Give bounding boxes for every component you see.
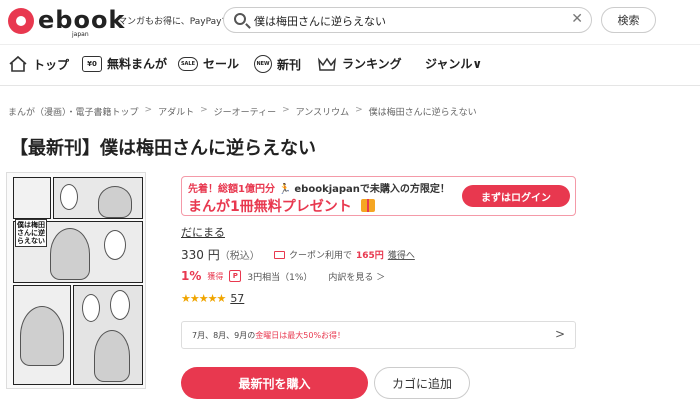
promo-headline: 先着！総額1億円分 🏃 ebookjapanで未購入の方限定！ — [188, 180, 450, 195]
friday-notice[interactable]: 7月、8月、9月の金曜日は最大50%お得！ > — [181, 321, 576, 349]
logo-mark-icon — [8, 8, 34, 34]
cover-panel — [53, 177, 143, 219]
speech-bubble — [60, 184, 78, 210]
nav-label-free-manga: 無料まんが — [107, 57, 168, 71]
promo-suffix: ebookjapanで未購入の方限定！ — [294, 184, 450, 195]
nav-item-free-manga[interactable]: ¥0 無料まんが — [82, 55, 167, 72]
ebookjapan-logo[interactable]: ebook japan — [6, 4, 124, 38]
character-figure — [20, 306, 64, 366]
promo-banner[interactable]: 先着！総額1億円分 🏃 ebookjapanで未購入の方限定！ まんが1冊無料プ… — [181, 176, 576, 216]
page-title: 【最新刊】僕は梅田さんに逆らえない — [10, 138, 316, 159]
star-icons: ★★★★★ — [181, 292, 226, 305]
notice-highlight: 金曜日は最大50%お得！ — [255, 331, 346, 340]
chevron-right-icon: > — [554, 327, 565, 341]
login-button[interactable]: まずはログイン — [462, 185, 570, 207]
breadcrumb-separator: > — [355, 105, 363, 115]
paypay-icon: P — [229, 270, 242, 282]
review-count-link[interactable]: 57 — [230, 292, 244, 305]
coupon-link[interactable]: 獲得へ — [388, 248, 415, 261]
character-figure — [50, 228, 90, 280]
character-figure — [98, 186, 132, 218]
nav-label-new: 新刊 — [277, 57, 302, 72]
coupon-icon — [274, 250, 285, 259]
breadcrumb-separator: > — [200, 105, 208, 115]
points-yen: 3円相当（1%） — [247, 272, 313, 283]
nav-item-ranking[interactable]: ランキング — [317, 55, 402, 72]
cover-title: 僕は梅田さんに逆らえない — [15, 219, 47, 247]
coupon-text: クーポン利用で — [289, 251, 353, 261]
search-button[interactable]: 検索 — [601, 7, 656, 33]
free-icon: ¥0 — [82, 55, 102, 72]
coupon-amount: 165円 — [356, 251, 384, 261]
site-header: ebook japan マンガもお得に、PayPayで 僕は梅田さんに逆らえない… — [0, 0, 700, 42]
gift-icon — [360, 199, 375, 212]
breadcrumb-separator: > — [282, 105, 290, 115]
cover-panel — [13, 285, 71, 385]
rating: ★★★★★ 57 — [181, 292, 244, 305]
promo-offer: まんが1冊無料プレゼント — [188, 196, 375, 216]
logo-text: ebook — [38, 6, 126, 34]
points-breakdown-link[interactable]: 内訳を見る ＞ — [328, 270, 385, 283]
price: 330 円（税込） — [181, 246, 260, 263]
nav-label-genre: ジャンル∨ — [425, 57, 483, 71]
author-link[interactable]: だにまる — [181, 224, 225, 240]
nav-label-ranking: ランキング — [342, 57, 402, 71]
breadcrumb-item[interactable]: まんが（漫画）・電子書籍トップ — [8, 105, 139, 118]
runner-icon: 🏃 — [278, 184, 291, 195]
nav-item-sale[interactable]: SALE セール — [178, 55, 239, 72]
breadcrumb-item[interactable]: アンスリウム — [296, 105, 349, 118]
search-input[interactable]: 僕は梅田さんに逆らえない — [254, 13, 386, 29]
notice-prefix: 7月、8月、9月の — [192, 331, 256, 340]
price-amount: 330 円 — [181, 248, 220, 262]
character-figure — [94, 330, 130, 382]
price-tax: （税込） — [219, 251, 260, 262]
promo-offer-text: まんが1冊無料プレゼント — [188, 199, 352, 215]
nav-label-sale: セール — [203, 57, 240, 71]
nav-item-new[interactable]: NEW 新刊 — [254, 55, 301, 73]
points-percent: 1% — [181, 269, 202, 283]
buy-latest-button[interactable]: 最新刊を購入 — [181, 367, 368, 399]
points-info: 1% 獲得 P 3円相当（1%） 内訳を見る ＞ — [181, 269, 385, 283]
search-icon — [234, 13, 246, 25]
coupon-info: クーポン利用で 165円 獲得へ — [274, 248, 415, 261]
breadcrumb: まんが（漫画）・電子書籍トップ > アダルト > ジーオーティー > アンスリウ… — [8, 105, 477, 118]
header-tagline: マンガもお得に、PayPayで — [118, 17, 231, 27]
points-label: 獲得 — [207, 271, 224, 281]
nav-item-top[interactable]: トップ — [8, 55, 69, 73]
speech-bubble — [82, 294, 100, 322]
crown-icon — [317, 56, 337, 72]
nav-label-top: トップ — [33, 57, 70, 72]
sale-icon: SALE — [178, 56, 198, 71]
logo-subtext: japan — [72, 31, 89, 38]
breadcrumb-item-current[interactable]: 僕は梅田さんに逆らえない — [369, 105, 477, 118]
speech-bubble — [110, 290, 130, 320]
new-icon: NEW — [254, 55, 272, 73]
close-icon[interactable]: ✕ — [571, 11, 583, 27]
cover-panel — [73, 285, 143, 385]
cover-panel — [13, 177, 51, 219]
breadcrumb-item[interactable]: アダルト — [158, 105, 194, 118]
breadcrumb-item[interactable]: ジーオーティー — [214, 105, 276, 118]
speech-bubble — [104, 230, 126, 260]
search-box[interactable]: 僕は梅田さんに逆らえない ✕ — [223, 7, 592, 33]
home-icon — [8, 55, 28, 73]
book-cover[interactable]: 僕は梅田さんに逆らえない — [6, 172, 146, 389]
promo-prefix: 先着！総額1億円分 — [188, 184, 275, 195]
nav-item-genre[interactable]: ジャンル∨ — [425, 55, 482, 72]
breadcrumb-separator: > — [144, 105, 153, 115]
add-to-cart-button[interactable]: カゴに追加 — [374, 367, 470, 399]
main-nav: トップ ¥0 無料まんが SALE セール NEW 新刊 ランキング ジャンル∨ — [0, 44, 700, 86]
